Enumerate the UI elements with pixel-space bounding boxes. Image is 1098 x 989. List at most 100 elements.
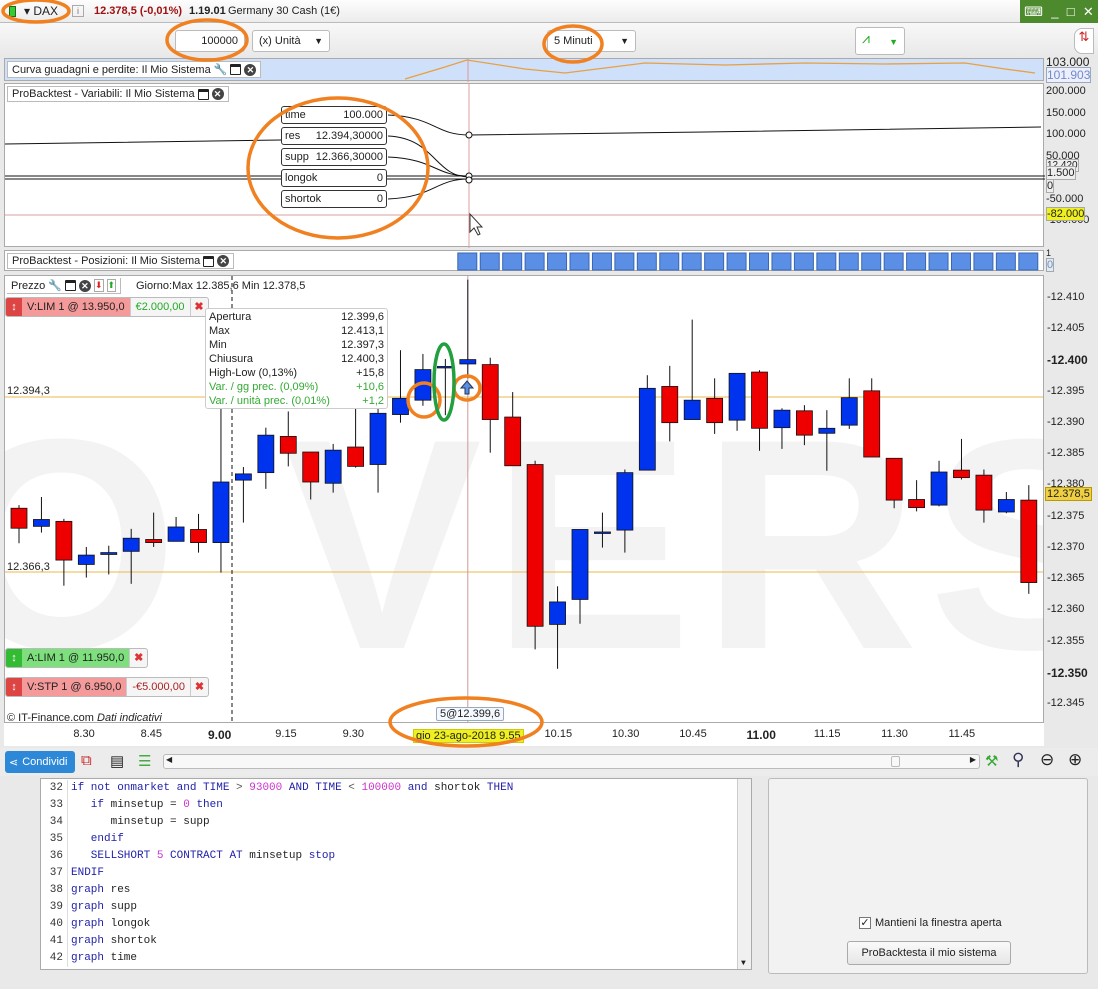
candle[interactable] [728,372,746,431]
candle[interactable] [257,427,275,489]
candle[interactable] [818,410,836,471]
scroll-thumb[interactable] [891,756,900,767]
instrument-selector[interactable]: ▾ DAX [24,4,58,18]
candle[interactable] [638,375,656,471]
candle[interactable] [369,398,387,493]
code-line[interactable]: 35 endif [41,831,751,848]
code-line[interactable]: 42 graph time [41,950,751,967]
order-buy-limit[interactable]: ↕ A:LIM 1 @ 11.950,0 ✖ [5,648,149,668]
buy-sell-icon[interactable]: ⇅ [1074,28,1094,54]
candle[interactable] [661,365,679,442]
keep-open-checkbox[interactable]: ✓ [859,917,871,929]
candle[interactable] [414,353,432,406]
order-sell-stop[interactable]: ↕ V:STP 1 @ 6.950,0 -€5.000,00 ✖ [5,677,209,697]
quantity-input[interactable]: 100000 [175,30,245,52]
candle[interactable] [504,392,522,467]
code-line[interactable]: 34 minsetup = supp [41,814,751,831]
candle[interactable] [526,460,544,650]
zoom-out-icon[interactable]: ⊖ [1040,750,1054,770]
candle[interactable] [840,378,858,429]
candle[interactable] [616,469,634,553]
candle[interactable] [77,546,95,578]
candle[interactable] [347,408,365,468]
maximize-button[interactable]: □ [1067,4,1075,19]
close-panel-icon[interactable]: ✕ [78,279,91,292]
code-line[interactable]: 40 graph longok [41,916,751,933]
candle[interactable] [167,516,185,542]
candle[interactable] [796,405,813,446]
candle[interactable] [773,408,791,449]
candle[interactable] [953,438,970,480]
cancel-order-icon[interactable]: ✖ [189,678,208,696]
wrench-icon[interactable]: 🔧 [214,63,228,76]
sell-arrow-icon[interactable]: ⬇ [93,279,104,292]
code-editor[interactable]: 32 if not onmarket and TIME > 93000 AND T… [40,778,752,970]
zoom-fit-icon[interactable]: ⚲ [1012,750,1024,770]
candle[interactable] [1020,485,1038,594]
code-scrollbar[interactable]: ▼ [737,779,751,969]
candle[interactable] [930,460,948,507]
code-line[interactable]: 38 graph res [41,882,751,899]
drag-handle-icon[interactable]: ↕ [6,649,22,667]
candle[interactable] [324,443,342,493]
window-icon[interactable] [197,88,209,100]
report-icon[interactable]: ▤ [110,752,124,770]
scroll-left-icon[interactable]: ◀ [166,755,172,764]
candle[interactable] [863,378,881,458]
run-backtest-button[interactable]: ProBacktesta il mio sistema [847,941,1011,965]
wrench-icon[interactable]: 🔧 [48,279,62,292]
code-line[interactable]: 36 SELLSHORT 5 CONTRACT AT minsetup stop [41,848,751,865]
chart-settings-icon[interactable]: ⚒ [985,752,998,770]
info-icon[interactable]: i [72,5,84,17]
order-book-icon[interactable]: ☰ [138,752,151,770]
code-line[interactable]: 41 graph shortok [41,933,751,950]
drag-handle-icon[interactable]: ↕ [6,298,22,316]
candle[interactable] [975,469,993,523]
candle[interactable] [459,279,477,379]
candle[interactable] [571,529,589,624]
candle[interactable] [997,492,1015,514]
code-line[interactable]: 33 if minsetup = 0 then [41,797,751,814]
chart-type-icon[interactable]: ⧉ [81,752,92,769]
close-panel-icon[interactable]: ✕ [244,63,257,76]
candle[interactable] [481,357,499,453]
close-panel-icon[interactable]: ✕ [217,255,230,267]
candle[interactable] [190,513,207,553]
buy-arrow-icon[interactable]: ⬆ [106,279,117,292]
candle[interactable] [100,545,118,575]
share-button[interactable]: ⋖ Condividi [5,751,75,773]
keyboard-icon[interactable]: ⌨ [1024,4,1043,20]
unit-select[interactable]: (x) Unità ▼ [252,30,330,52]
candle[interactable] [706,378,724,434]
candlestick-chart[interactable] [5,276,1044,746]
window-icon[interactable] [230,64,242,75]
candle[interactable] [145,512,163,547]
close-panel-icon[interactable]: ✕ [211,88,224,100]
drag-handle-icon[interactable]: ↕ [6,678,22,696]
candle[interactable] [885,457,903,509]
add-indicator-button[interactable]: ⩘ ▼ [855,27,905,55]
scroll-down-icon[interactable]: ▼ [741,959,746,968]
candle[interactable] [212,405,230,573]
order-sell-limit[interactable]: ↕ V:LIM 1 @ 13.950,0 €2.000,00 ✖ [5,297,209,317]
timeframe-select[interactable]: 5 Minuti ▼ [547,30,636,52]
horizontal-scrollbar[interactable]: ◀ ▶ [163,754,980,769]
cancel-order-icon[interactable]: ✖ [129,649,147,667]
minimize-button[interactable]: _ [1051,4,1058,19]
code-line[interactable]: 39 graph supp [41,899,751,916]
window-icon[interactable] [203,255,215,267]
window-icon[interactable] [64,280,76,291]
keep-open-option[interactable]: ✓ Mantieni la finestra aperta [859,917,1002,929]
candle[interactable] [683,319,701,420]
candle[interactable] [234,467,252,523]
candle[interactable] [751,370,768,451]
candle[interactable] [302,451,320,500]
candle[interactable] [33,496,50,533]
scroll-right-icon[interactable]: ▶ [970,755,976,764]
candle[interactable] [436,358,454,416]
close-button[interactable]: ✕ [1083,4,1094,20]
candle[interactable] [908,480,925,512]
candle[interactable] [10,505,28,544]
candle[interactable] [279,411,297,467]
code-line[interactable]: 37 ENDIF [41,865,751,882]
